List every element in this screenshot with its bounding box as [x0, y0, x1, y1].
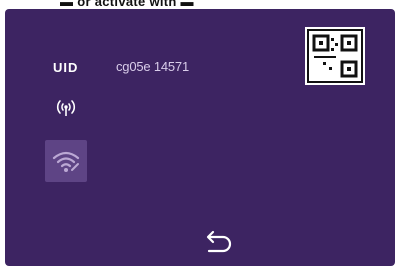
- device-screen: UID cg05e 14571: [5, 9, 395, 266]
- banner-text: ▬ or activate with ▬: [60, 0, 194, 9]
- wireless-signal-icon: [53, 97, 79, 117]
- back-button[interactable]: [201, 229, 237, 257]
- back-arrow-icon: [206, 230, 232, 253]
- top-banner: ▬ or activate with ▬: [0, 0, 405, 9]
- uid-value: cg05e 14571: [116, 59, 189, 74]
- qr-code-icon: [305, 27, 365, 85]
- wifi-button[interactable]: [45, 140, 87, 182]
- uid-label: UID: [53, 60, 79, 75]
- wifi-icon: [52, 151, 80, 172]
